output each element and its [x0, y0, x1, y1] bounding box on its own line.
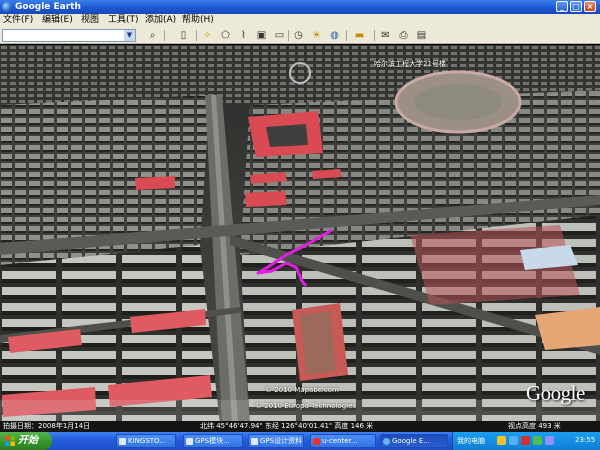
taskbar-item-gps-module[interactable]: GPS模块... [183, 434, 243, 448]
taskbar-item-kingston[interactable]: KINGSTO... [116, 434, 176, 448]
taskbar-item-label: u-center... [322, 437, 358, 445]
google-earth-icon [383, 438, 390, 445]
search-input[interactable]: ▼ [2, 29, 136, 42]
folder-icon [251, 438, 258, 445]
u-center-icon [313, 438, 320, 445]
taskbar-item-u-center[interactable]: u-center... [310, 434, 376, 448]
my-computer-label[interactable]: 我的电脑 [457, 436, 485, 446]
taskbar-item-label: Google E... [392, 437, 431, 445]
taskbar-item-google-earth[interactable]: Google E... [380, 434, 448, 448]
ruler-icon[interactable]: ▬ [352, 29, 367, 42]
earth-3d-viewport[interactable]: 哈尔滨工程大学21号楼 © 2010 Mapabc.com © 2010 Eur… [0, 45, 600, 424]
email-icon[interactable]: ✉ [378, 29, 393, 42]
window-title: Google Earth [15, 2, 81, 12]
menu-edit[interactable]: 编辑(E) [42, 15, 73, 26]
menu-help[interactable]: 帮助(H) [182, 15, 214, 26]
placemark-label[interactable]: 哈尔滨工程大学21号楼 [374, 59, 446, 69]
switch-to-sky-icon[interactable]: ◍ [327, 29, 342, 42]
sidebar-icon[interactable]: ▯ [176, 29, 191, 42]
copyright-line-2: © 2010 Europa Technologies [255, 402, 357, 410]
close-button[interactable]: × [584, 1, 596, 12]
clock[interactable]: 23:55 [575, 436, 595, 444]
input-method-icon[interactable] [545, 436, 554, 445]
windows-taskbar: 开始 KINGSTO... GPS模块... GPS设计资料 u-center.… [0, 432, 600, 450]
menu-add[interactable]: 添加(A) [145, 15, 176, 26]
chevron-down-icon[interactable]: ▼ [124, 30, 135, 41]
start-label: 开始 [18, 435, 38, 446]
view-altitude: 视点高度 493 米 [508, 422, 561, 430]
historical-imagery-icon[interactable]: ◷ [291, 29, 306, 42]
menu-view[interactable]: 视图 [81, 15, 99, 26]
google-earth-window: Google Earth _ □ × 文件(F) 编辑(E) 视图 工具(T) … [0, 0, 600, 450]
menu-file[interactable]: 文件(F) [3, 15, 33, 26]
placemark-icon[interactable]: ✧ [200, 29, 215, 42]
imagery-date: 拍摄日期：2008年1月14日 [3, 422, 91, 430]
view-in-google-maps-icon[interactable]: ▤ [414, 29, 429, 42]
minimize-button[interactable]: _ [556, 1, 568, 12]
windows-flag-icon [5, 436, 15, 446]
drive-icon [119, 438, 126, 445]
satellite-imagery [0, 45, 600, 424]
start-button[interactable]: 开始 [0, 432, 52, 450]
safely-remove-hardware-icon[interactable] [533, 436, 542, 445]
menu-tools[interactable]: 工具(T) [108, 15, 139, 26]
taskbar-item-label: GPS设计资料 [260, 437, 303, 445]
system-tray: 我的电脑 23:55 [452, 432, 600, 450]
google-earth-app-icon[interactable] [2, 2, 12, 12]
toolbar-separator [346, 30, 347, 41]
status-bar: 拍摄日期：2008年1月14日 北纬 45°46'47.94" 东经 126°4… [0, 421, 600, 432]
sunlight-icon[interactable]: ☀ [309, 29, 324, 42]
copyright-line-1: © 2010 Mapabc.com [265, 386, 339, 394]
taskbar-item-label: GPS模块... [195, 437, 230, 445]
toolbar-separator [196, 30, 197, 41]
print-icon[interactable]: ⎙ [396, 29, 411, 42]
google-logo: Google [526, 381, 585, 405]
taskbar-item-gps-design-docs[interactable]: GPS设计资料 [248, 434, 304, 448]
network-icon[interactable] [497, 436, 506, 445]
image-overlay-icon[interactable]: ▣ [254, 29, 269, 42]
taskbar-item-label: KINGSTO... [128, 437, 166, 445]
toolbar-separator [164, 30, 165, 41]
antivirus-icon[interactable] [521, 436, 530, 445]
toolbar: ▼ ⌕ ▯ ✧ ⬠ ⌇ ▣ ▭ ◷ ☀ ◍ ▬ ✉ ⎙ ▤ [0, 27, 600, 44]
menu-bar: 文件(F) 编辑(E) 视图 工具(T) 添加(A) 帮助(H) [0, 14, 600, 27]
search-icon[interactable]: ⌕ [145, 29, 160, 42]
polygon-icon[interactable]: ⬠ [218, 29, 233, 42]
path-icon[interactable]: ⌇ [236, 29, 251, 42]
toolbar-separator [288, 30, 289, 41]
volume-icon[interactable] [509, 436, 518, 445]
title-bar[interactable]: Google Earth _ □ × [0, 0, 600, 14]
folder-icon [186, 438, 193, 445]
pointer-coordinates: 北纬 45°46'47.94" 东经 126°40'01.41" 高度 146 … [200, 422, 374, 430]
record-tour-icon[interactable]: ▭ [272, 29, 287, 42]
toolbar-separator [374, 30, 375, 41]
maximize-button[interactable]: □ [570, 1, 582, 12]
